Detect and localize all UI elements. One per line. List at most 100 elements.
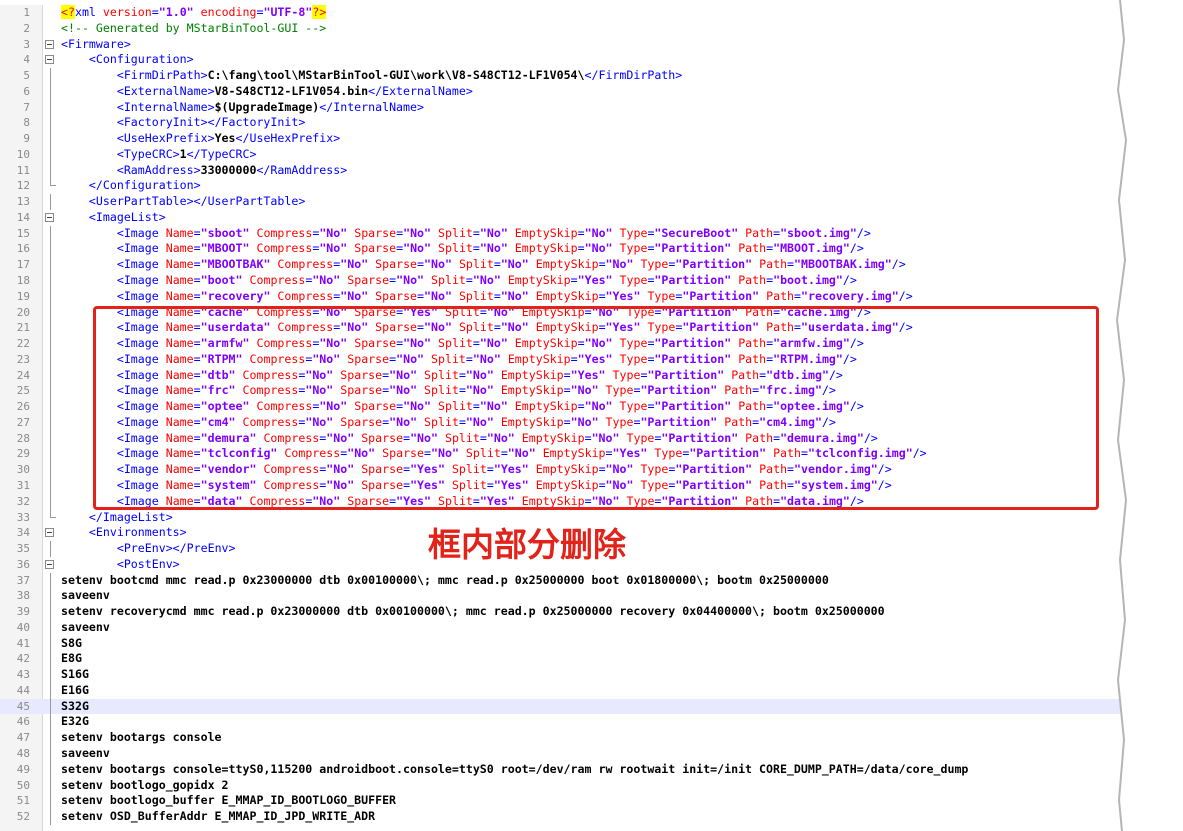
line-number: 40 <box>16 620 30 634</box>
code-line[interactable]: 9 <UseHexPrefix>Yes</UseHexPrefix> <box>0 131 1120 147</box>
code-line[interactable]: 2 <!-- Generated by MStarBinTool-GUI --> <box>0 21 1120 37</box>
fold-toggle-icon[interactable] <box>45 559 54 569</box>
code-token: = <box>465 273 473 288</box>
code-line[interactable]: 41 S8G <box>0 635 1120 652</box>
code-token: 33000000 <box>200 162 257 177</box>
line-number: 41 <box>16 636 30 650</box>
code-line[interactable]: 47 setenv bootargs console <box>0 730 1120 746</box>
code-token: = <box>472 225 480 240</box>
line-number: 22 <box>16 337 30 351</box>
fold-guide <box>50 414 51 431</box>
code-token: "1.0" <box>158 5 194 19</box>
code-line[interactable]: 13 <UserPartTable></UserPartTable> <box>0 194 1120 210</box>
code-token: <UserPartTable></UserPartTable> <box>88 194 306 209</box>
fold-guide <box>50 367 51 384</box>
code-token: "MBOOT" <box>200 241 250 256</box>
code-line[interactable]: 43 S16G <box>0 667 1120 683</box>
code-line[interactable]: 38 saveenv <box>0 588 1120 605</box>
code-line[interactable]: 14 <ImageList> <box>0 210 1120 226</box>
line-number: 38 <box>16 589 30 603</box>
code-line[interactable]: 19 <Image Name="recovery" Compress="No" … <box>0 288 1120 305</box>
code-line[interactable]: 8 <FactoryInit></FactoryInit> <box>0 115 1120 132</box>
code-line[interactable]: 40 saveenv <box>0 619 1120 636</box>
code-token: "Yes" <box>577 273 613 288</box>
line-number: 31 <box>16 478 30 492</box>
fold-guide <box>50 730 51 746</box>
code-token: EmptySkip <box>535 288 599 303</box>
code-text: <TypeCRC>1</TypeCRC> <box>61 147 257 163</box>
fold-toggle-icon[interactable] <box>45 39 54 49</box>
code-token: "No" <box>479 241 508 256</box>
code-line[interactable]: 48 saveenv <box>0 745 1120 762</box>
code-token: = <box>598 288 606 303</box>
fold-guide <box>50 714 51 731</box>
code-text: <UseHexPrefix>Yes</UseHexPrefix> <box>61 131 340 147</box>
fold-guide <box>50 146 51 163</box>
code-line[interactable]: 42 E8G <box>0 651 1120 668</box>
code-token: "No" <box>479 225 508 240</box>
code-text: <ExternalName>V8-S48CT12-LF1V054.bin</Ex… <box>61 84 473 100</box>
code-text: <InternalName>$(UpgradeImage)</InternalN… <box>61 100 424 116</box>
code-line[interactable]: 44 E16G <box>0 682 1120 699</box>
code-line[interactable]: 5 <FirmDirPath>C:\fang\tool\MStarBinTool… <box>0 68 1120 84</box>
code-token: = <box>193 241 201 256</box>
code-line[interactable]: 12 </Configuration> <box>0 178 1120 194</box>
code-token: Compress <box>256 241 313 256</box>
code-token: /> <box>891 257 906 272</box>
code-token: S8G <box>61 635 82 650</box>
code-token: "No" <box>584 241 613 256</box>
code-line[interactable]: 37 setenv bootcmd mmc read.p 0x23000000 d… <box>0 572 1120 589</box>
code-token: Name <box>165 241 194 256</box>
line-number: 46 <box>16 715 30 729</box>
code-text: <!-- Generated by MStarBinTool-GUI --> <box>61 21 326 37</box>
code-line[interactable]: 3 <Firmware> <box>0 37 1120 53</box>
code-line[interactable]: 52 setenv OSD_BufferAddr E_MMAP_ID_JPD_WR… <box>0 809 1120 825</box>
code-line[interactable]: 51 setenv bootlogo_buffer E_MMAP_ID_BOOTL… <box>0 793 1120 810</box>
fold-toggle-icon[interactable] <box>45 55 54 65</box>
code-line[interactable]: 6 <ExternalName>V8-S48CT12-LF1V054.bin</… <box>0 83 1120 100</box>
line-number: 36 <box>16 557 30 571</box>
code-line[interactable]: 18 <Image Name="boot" Compress="No" Spar… <box>0 273 1120 289</box>
torn-edge <box>1115 0 1183 831</box>
code-line[interactable]: 50 setenv bootlogo_gopidx 2 <box>0 777 1120 794</box>
code-token: Path <box>738 241 767 256</box>
code-token: S32G <box>61 698 89 713</box>
fold-toggle-icon[interactable] <box>45 212 54 222</box>
code-text: saveenv <box>61 588 110 604</box>
code-line[interactable]: 7 <InternalName>$(UpgradeImage)</Interna… <box>0 99 1120 116</box>
code-token: </ExternalName> <box>368 83 473 98</box>
code-line[interactable]: 16 <Image Name="MBOOT" Compress="No" Spa… <box>0 241 1120 258</box>
line-number: 51 <box>16 794 30 808</box>
line-number: 45 <box>16 699 30 713</box>
code-token: /> <box>842 273 857 288</box>
line-number: 33 <box>16 510 30 524</box>
code-text: setenv bootargs console=ttyS0,115200 and… <box>61 762 968 778</box>
fold-toggle-icon[interactable] <box>45 528 54 538</box>
line-number: 17 <box>16 258 30 272</box>
code-text: <Configuration> <box>61 52 194 68</box>
code-line[interactable]: 45 S32G <box>0 698 1120 715</box>
code-line[interactable]: 4 <Configuration> <box>0 52 1120 68</box>
code-line[interactable]: 49 setenv bootargs console=ttyS0,115200 a… <box>0 761 1120 778</box>
code-token: E16G <box>61 682 89 697</box>
line-number: 10 <box>16 147 30 161</box>
code-line[interactable]: 17 <Image Name="MBOOTBAK" Compress="No" … <box>0 257 1120 274</box>
code-token: setenv bootargs console <box>61 730 222 745</box>
code-token: Path <box>738 273 767 288</box>
line-number: 39 <box>16 605 30 619</box>
code-line[interactable]: 39 setenv recoverycmd mmc read.p 0x230000… <box>0 604 1120 620</box>
code-line[interactable]: 46 E32G <box>0 714 1120 731</box>
code-line[interactable]: 1 <?xml version="1.0" encoding="UTF-8"?> <box>0 5 1120 21</box>
code-line[interactable]: 10 <TypeCRC>1</TypeCRC> <box>0 146 1120 163</box>
code-line[interactable]: 15 <Image Name="sboot" Compress="No" Spa… <box>0 225 1120 242</box>
code-token: saveenv <box>61 745 110 760</box>
code-line[interactable]: 11 <RamAddress>33000000</RamAddress> <box>0 162 1120 179</box>
code-token: </Configuration> <box>88 178 201 193</box>
